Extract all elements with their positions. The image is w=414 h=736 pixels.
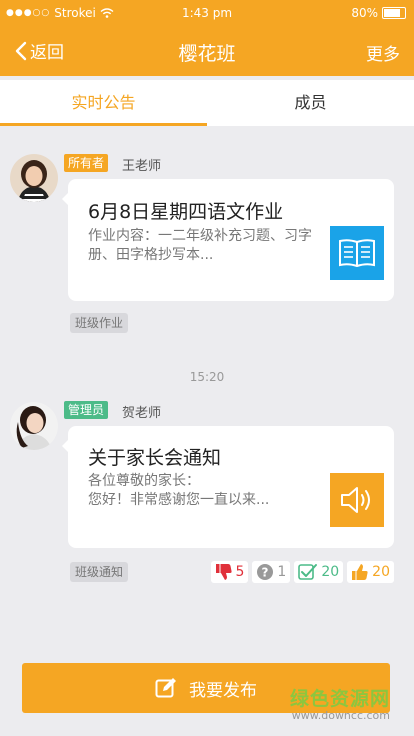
teacher-avatar-icon [10, 402, 58, 450]
thumbs-down-icon [215, 564, 232, 580]
avatar[interactable] [10, 402, 58, 450]
battery-level [384, 9, 400, 17]
author-name: 王老师 [122, 159, 162, 174]
card-pointer [62, 440, 68, 452]
nav-bar: 返回 樱花班 更多 [0, 26, 414, 76]
edit-icon [155, 678, 176, 698]
author-name: 贺老师 [122, 406, 162, 421]
header: ●●●○○ Strokei 1:43 pm 80% 返回 樱花班 更多 [0, 0, 414, 76]
more-button[interactable]: 更多 [366, 40, 400, 65]
timestamp: 15:20 [189, 370, 225, 384]
battery-percent: 80% [351, 6, 378, 20]
post-title: 关于家长会通知 [88, 447, 222, 469]
status-right: 80% [351, 6, 406, 20]
role-badge: 所有者 [64, 154, 109, 172]
publish-label: 我要发布 [189, 680, 257, 701]
svg-text:?: ? [262, 566, 269, 580]
post-card[interactable]: 关于家长会通知 各位尊敬的家长： 您好！非常感谢您一直以来... [62, 426, 394, 548]
tab-announcements[interactable]: 实时公告 [0, 80, 207, 126]
teacher-avatar-icon [10, 154, 58, 202]
reaction-question[interactable]: ? 1 [252, 561, 291, 583]
post-body: 作业内容：一二年级补充习题、习字册、田字格抄写本... [88, 228, 312, 263]
battery-icon [382, 7, 406, 19]
post-tag: 班级作业 [70, 313, 129, 333]
watermark-name: 绿色资源网 [289, 688, 390, 710]
post-title: 6月8日星期四语文作业 [88, 201, 284, 223]
status-bar: ●●●○○ Strokei 1:43 pm 80% [0, 0, 414, 26]
card-pointer [62, 193, 68, 205]
thumbs-up-icon [352, 564, 368, 580]
check-icon [298, 564, 318, 580]
reaction-count: 5 [235, 564, 245, 580]
question-icon: ? [257, 564, 274, 580]
tab-members[interactable]: 成员 [207, 80, 414, 126]
reaction-like[interactable]: 20 [347, 561, 394, 583]
post-card[interactable]: 6月8日星期四语文作业 作业内容：一二年级补充习题、习字册、田字格抄写本... [62, 179, 394, 301]
role-badge: 管理员 [64, 401, 109, 419]
reaction-done[interactable]: 20 [294, 561, 344, 583]
reaction-count: 1 [277, 564, 287, 580]
post-body: 各位尊敬的家长： 您好！非常感谢您一直以来... [88, 473, 270, 508]
reaction-count: 20 [321, 564, 340, 580]
book-icon [330, 226, 384, 280]
tab-bar: 实时公告 成员 [0, 80, 414, 126]
watermark: 绿色资源网 www.downcc.com [290, 684, 390, 722]
page-title: 樱花班 [178, 43, 236, 65]
reaction-count: 20 [372, 564, 390, 580]
avatar[interactable] [10, 154, 58, 202]
tab-indicator [0, 123, 207, 126]
speaker-icon [330, 473, 384, 527]
post-tag: 班级通知 [70, 562, 129, 582]
watermark-url: www.downcc.com [291, 709, 390, 722]
reaction-bar: 5 ? 1 20 20 [210, 561, 394, 583]
reaction-dislike[interactable]: 5 [210, 561, 249, 583]
